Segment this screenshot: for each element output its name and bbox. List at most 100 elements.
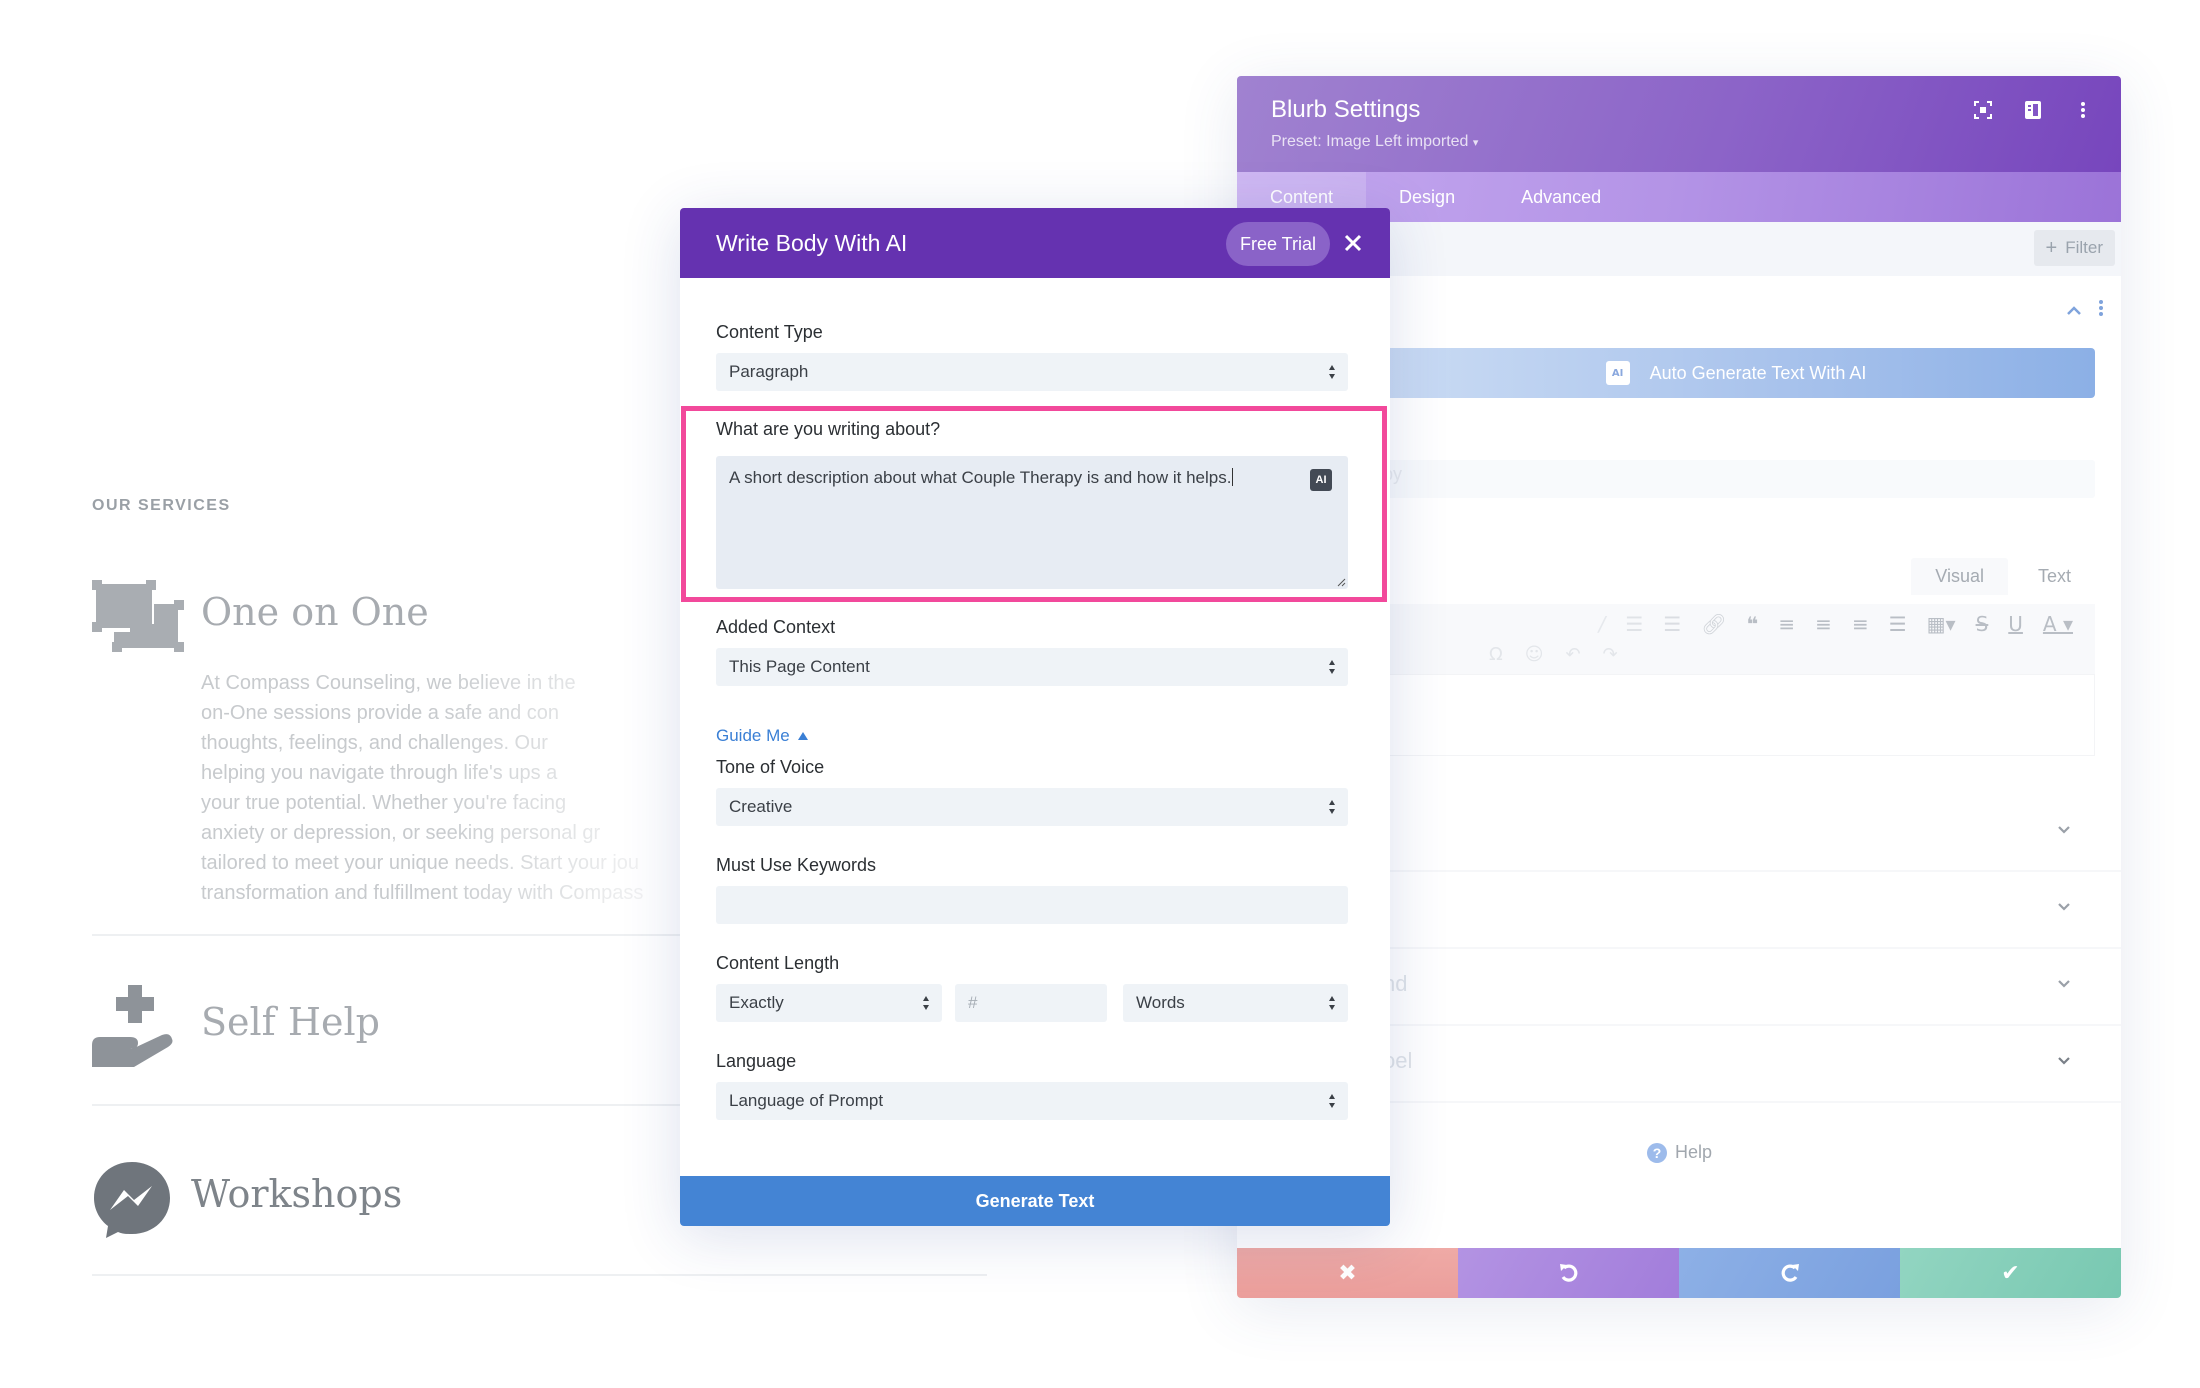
tone-label: Tone of Voice: [716, 757, 825, 777]
undo-icon[interactable]: ↶: [1566, 644, 1581, 665]
redo-icon: [1781, 1264, 1799, 1282]
editor-area[interactable]: [1377, 674, 2095, 756]
redo-button[interactable]: [1679, 1248, 1900, 1298]
editor-tab-visual[interactable]: Visual: [1911, 558, 2008, 595]
special-char-icon[interactable]: Ω: [1489, 644, 1503, 665]
added-context-label: Added Context: [716, 617, 836, 637]
chevron-down-icon: [2058, 980, 2070, 988]
bullet-list-icon[interactable]: ☰: [1625, 612, 1643, 636]
length-number-placeholder: #: [968, 993, 978, 1012]
guide-me-label: Guide Me: [716, 726, 790, 745]
discard-button[interactable]: ✖: [1237, 1248, 1458, 1298]
auto-generate-ai-button[interactable]: AI Auto Generate Text With AI: [1377, 348, 2095, 398]
align-left-icon[interactable]: ≡: [1778, 612, 1795, 636]
length-mode-value: Exactly: [729, 993, 784, 1012]
auto-generate-label: Auto Generate Text With AI: [1649, 362, 1867, 383]
guide-me-toggle[interactable]: Guide Me: [716, 726, 808, 746]
panel-header: Blurb Settings Preset: Image Left import…: [1237, 76, 2121, 172]
modal-title: Write Body With AI: [716, 230, 908, 256]
check-icon: ✔: [2001, 1260, 2020, 1286]
chevron-down-icon: [2058, 1057, 2070, 1065]
length-mode-select[interactable]: Exactly: [716, 984, 942, 1022]
plus-icon: +: [2045, 236, 2058, 259]
caret-down-icon: ▾: [1472, 137, 1479, 149]
panel-title: Blurb Settings: [1271, 96, 1421, 123]
panel-actions: ✖ ✔: [1237, 1248, 2121, 1298]
hand-cross-icon: [88, 985, 184, 1067]
content-type-select[interactable]: Paragraph: [716, 353, 1348, 391]
service-title: Self Help: [201, 1000, 380, 1044]
link-icon[interactable]: 🔗︎: [1701, 612, 1726, 636]
tone-select[interactable]: Creative: [716, 788, 1348, 826]
length-unit-select[interactable]: Words: [1123, 984, 1348, 1022]
filter-label: Filter: [2065, 238, 2103, 257]
content-type-label: Content Type: [716, 322, 823, 342]
text-color-icon[interactable]: A ▾: [2043, 612, 2073, 636]
topic-textarea[interactable]: A short description about what Couple Th…: [716, 456, 1348, 589]
added-context-value: This Page Content: [729, 657, 870, 676]
filter-button[interactable]: + Filter: [2033, 230, 2115, 266]
divider: [92, 1274, 987, 1276]
divider: [92, 1104, 692, 1106]
select-arrows-icon: [1329, 996, 1335, 1010]
close-icon: ✖: [1338, 1260, 1357, 1286]
chevron-down-icon: [2058, 903, 2070, 911]
ai-icon[interactable]: AI: [1310, 469, 1332, 491]
topic-label: What are you writing about?: [716, 419, 941, 439]
select-arrows-icon: [1329, 800, 1335, 814]
redo-icon[interactable]: ↷: [1603, 644, 1618, 665]
quote-icon[interactable]: ❝: [1747, 612, 1759, 636]
editor-tab-text[interactable]: Text: [2013, 558, 2095, 595]
help-link[interactable]: ? Help: [1647, 1142, 1712, 1163]
numbered-list-icon[interactable]: ☰: [1663, 612, 1681, 636]
editor-toolbar: / ☰ ☰ 🔗︎ ❝ ≡ ≡ ≡ ☰ ▦▾ S U A ▾ Ω ☺ ↶ ↷: [1377, 604, 2095, 674]
keywords-label: Must Use Keywords: [716, 855, 877, 875]
length-number-input[interactable]: #: [955, 984, 1107, 1022]
generate-text-button[interactable]: Generate Text: [680, 1176, 1390, 1226]
resize-handle-icon[interactable]: [1336, 577, 1346, 587]
table-icon[interactable]: ▦▾: [1927, 612, 1956, 636]
close-icon[interactable]: [1342, 232, 1364, 254]
undo-icon: [1559, 1264, 1577, 1282]
length-unit-value: Words: [1136, 993, 1185, 1012]
save-button[interactable]: ✔: [1900, 1248, 2121, 1298]
caret-up-icon: [797, 732, 808, 740]
help-label: Help: [1675, 1142, 1713, 1162]
split-view-icon[interactable]: [2023, 100, 2043, 120]
align-center-icon[interactable]: ≡: [1815, 612, 1832, 636]
underline-icon[interactable]: U: [2008, 612, 2023, 636]
section-eyebrow: OUR SERVICES: [92, 497, 231, 514]
justify-icon[interactable]: ☰: [1889, 612, 1907, 636]
align-right-icon[interactable]: ≡: [1852, 612, 1869, 636]
divider: [92, 934, 692, 936]
strikethrough-icon[interactable]: S: [1976, 612, 1989, 636]
preset-dropdown[interactable]: Preset: Image Left imported ▾: [1271, 133, 1478, 151]
body-field[interactable]: [1377, 460, 2095, 498]
more-options-icon[interactable]: [2073, 100, 2093, 120]
select-arrows-icon: [1329, 1094, 1335, 1108]
section-options-icon[interactable]: [2099, 300, 2103, 320]
service-title: Workshops: [191, 1172, 403, 1216]
tone-value: Creative: [729, 797, 793, 816]
free-trial-button[interactable]: Free Trial: [1225, 222, 1330, 266]
content-length-label: Content Length: [716, 953, 840, 973]
keywords-input[interactable]: [716, 886, 1348, 924]
messenger-icon: [92, 1160, 172, 1240]
help-icon: ?: [1647, 1142, 1667, 1163]
emoji-icon[interactable]: ☺: [1525, 644, 1544, 665]
select-arrows-icon: [923, 996, 929, 1010]
modal-header: Write Body With AI Free Trial: [680, 208, 1390, 278]
service-one-on-one-icon: [92, 580, 184, 652]
write-with-ai-modal: Write Body With AI Free Trial Content Ty…: [680, 208, 1390, 1226]
topic-value: A short description about what Couple Th…: [729, 468, 1232, 487]
ai-icon: AI: [1605, 361, 1630, 385]
tab-advanced[interactable]: Advanced: [1488, 172, 1634, 222]
undo-button[interactable]: [1458, 1248, 1679, 1298]
language-select[interactable]: Language of Prompt: [716, 1082, 1348, 1120]
chevron-up-icon[interactable]: [2067, 301, 2081, 320]
text-caret: [1232, 468, 1234, 486]
fullscreen-icon[interactable]: [1973, 100, 1993, 120]
italic-icon[interactable]: /: [1599, 612, 1606, 636]
added-context-select[interactable]: This Page Content: [716, 648, 1348, 686]
service-description: At Compass Counseling, we believe in the…: [201, 672, 644, 904]
